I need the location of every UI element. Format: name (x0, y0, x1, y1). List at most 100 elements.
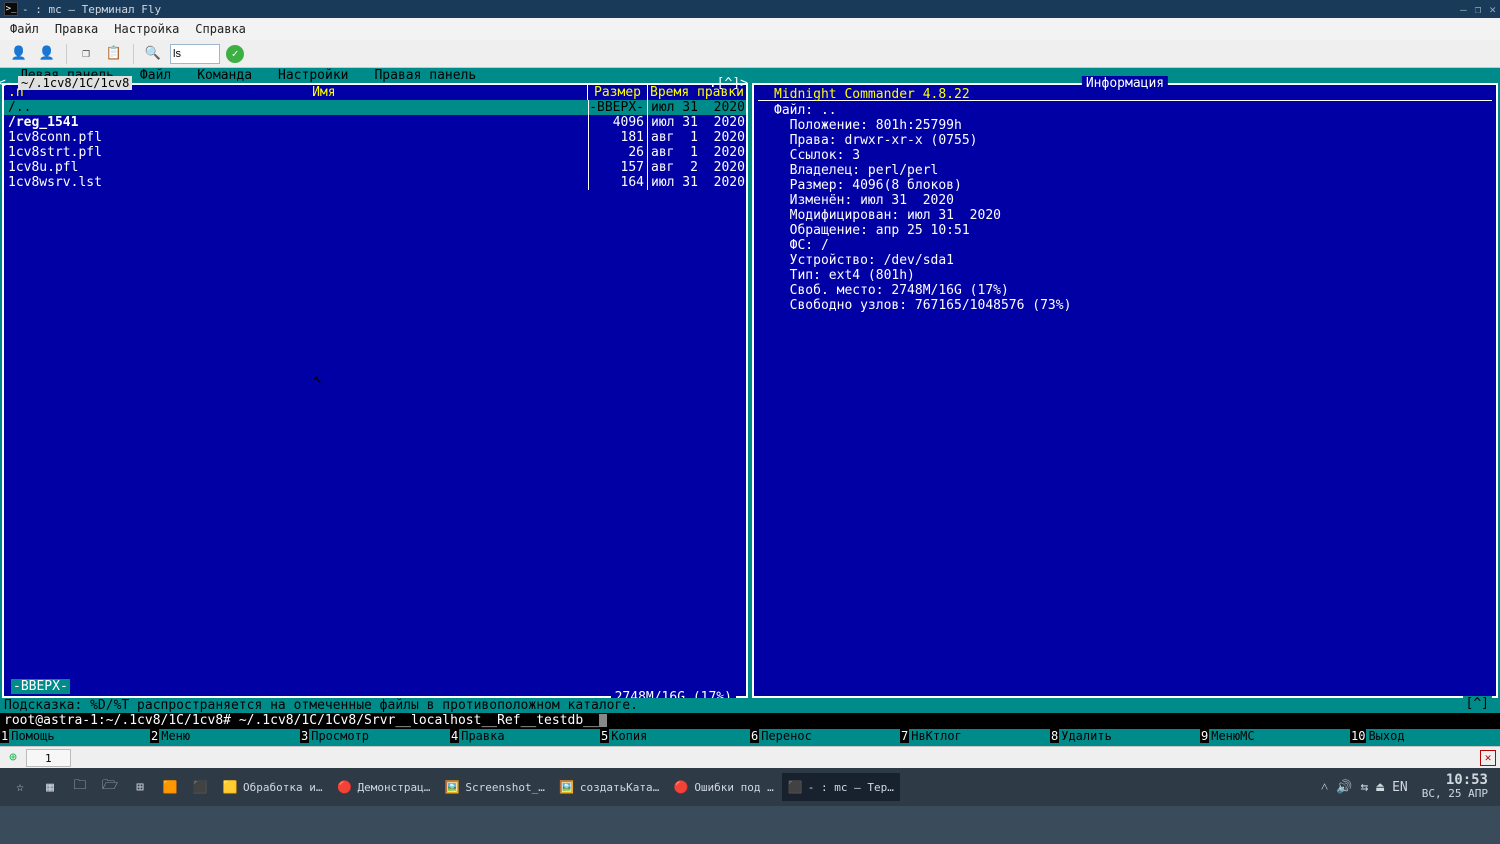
command-input[interactable] (170, 44, 220, 64)
copy-icon[interactable]: ❐ (75, 43, 97, 65)
minimize-button[interactable]: — (1460, 3, 1467, 16)
fkey-1[interactable]: 1Помощь (0, 728, 150, 743)
header-name[interactable]: Имя (61, 85, 588, 100)
file-size: 181 (588, 130, 648, 145)
menu-settings[interactable]: Настройка (114, 22, 179, 36)
right-panel: Информация Midnight Commander 4.8.22 Фай… (752, 83, 1498, 698)
fkey-4[interactable]: 4Правка (450, 728, 600, 743)
fkey-10[interactable]: 10Выход (1350, 728, 1500, 743)
files-icon[interactable]: 🗀 (66, 773, 94, 801)
file-name: /.. (4, 100, 588, 115)
menu-file[interactable]: Файл (10, 22, 39, 36)
file-date: авг 2 2020 (648, 160, 746, 175)
app-menubar: Файл Правка Настройка Справка (0, 18, 1500, 40)
taskbar-item[interactable]: ⬛ (186, 773, 214, 801)
fkey-9[interactable]: 9МенюMC (1200, 728, 1350, 743)
file-info-block: Файл: .. Положение: 801h:25799h Права: d… (754, 101, 1496, 315)
table-row[interactable]: 1cv8strt.pfl26авг 1 2020 (4, 145, 746, 160)
user-green-icon[interactable]: 👤 (8, 43, 30, 65)
fkey-8[interactable]: 8Удалить (1050, 728, 1200, 743)
run-button[interactable]: ✓ (226, 45, 244, 63)
function-key-bar: 1Помощь2Меню3Просмотр4Правка5Копия6Перен… (0, 728, 1500, 743)
table-row[interactable]: 1cv8u.pfl157авг 2 2020 (4, 160, 746, 175)
search-icon[interactable]: 🔍 (142, 43, 164, 65)
desktops-icon[interactable]: ⊞ (126, 773, 154, 801)
taskbar-item[interactable]: 🖼️создатьКата… (553, 773, 665, 801)
file-date: авг 1 2020 (648, 130, 746, 145)
file-date: июл 31 2020 (648, 175, 746, 190)
menu-help[interactable]: Справка (195, 22, 246, 36)
file-name: 1cv8conn.pfl (4, 130, 588, 145)
taskbar-item[interactable]: 🔴Демонстрац… (330, 773, 436, 801)
left-panel-path[interactable]: ~/.1cv8/1C/1cv8 (18, 76, 132, 90)
tray-volume-icon[interactable]: 🔊 (1336, 780, 1352, 795)
taskbar-item[interactable]: 🟨Обработка и… (216, 773, 328, 801)
header-size[interactable]: Размер (588, 85, 648, 100)
file-size: 164 (588, 175, 648, 190)
file-name: 1cv8wsrv.lst (4, 175, 588, 190)
file-date: авг 1 2020 (648, 145, 746, 160)
tray-language[interactable]: EN (1392, 780, 1408, 795)
terminal-area: ↖ Левая панель Файл Команда Настройки Пр… (0, 68, 1500, 746)
shell-input[interactable]: ~/.1cv8/1C/1Cv8/Srvr__localhost__Ref__te… (239, 713, 599, 728)
system-tray: ˄ 🔊 ⇆ ⏏ EN 10:53 ВС, 25 АПР (1321, 774, 1494, 800)
mc-menu-file[interactable]: Файл (140, 68, 171, 83)
right-panel-title: Информация (1082, 76, 1168, 91)
workspaces-icon[interactable]: ▦ (36, 773, 64, 801)
terminal-icon: >_ (4, 2, 18, 16)
file-size: -ВВЕРХ- (588, 100, 648, 115)
panel-up-arrow[interactable]: .[^]> (709, 76, 748, 91)
fkey-2[interactable]: 2Меню (150, 728, 300, 743)
file-date: июл 31 2020 (648, 100, 746, 115)
file-list: /..-ВВЕРХ-июл 31 2020/reg_15414096июл 31… (4, 100, 746, 190)
fkey-7[interactable]: 7НвКтлог (900, 728, 1050, 743)
file-name: 1cv8strt.pfl (4, 145, 588, 160)
table-row[interactable]: 1cv8wsrv.lst164июл 31 2020 (4, 175, 746, 190)
table-row[interactable]: 1cv8conn.pfl181авг 1 2020 (4, 130, 746, 145)
layout-indicator: [^] (1463, 696, 1492, 711)
file-size: 26 (588, 145, 648, 160)
folders-icon[interactable]: 🗁 (96, 773, 124, 801)
terminal-tab-1[interactable]: 1 (26, 749, 71, 767)
shell-prompt: root@astra-1:~/.1cv8/1C/1cv8# ~/.1cv8/1C… (4, 713, 607, 728)
new-tab-icon[interactable]: ⊕ (4, 749, 22, 767)
file-size: 157 (588, 160, 648, 175)
taskbar-item[interactable]: 🔴Ошибки под … (667, 773, 779, 801)
tray-clock[interactable]: 10:53 ВС, 25 АПР (1416, 774, 1494, 800)
app-toolbar: 👤 👤 ❐ 📋 🔍 ✓ (0, 40, 1500, 68)
left-panel: <- ~/.1cv8/1C/1cv8 .[^]> .n Имя Размер В… (2, 83, 748, 698)
system-taskbar: ☆ ▦ 🗀 🗁 ⊞ 🟧⬛🟨Обработка и…🔴Демонстрац…🖼️S… (0, 768, 1500, 806)
menu-edit[interactable]: Правка (55, 22, 98, 36)
table-row[interactable]: /..-ВВЕРХ-июл 31 2020 (4, 100, 746, 115)
fkey-6[interactable]: 6Перенос (750, 728, 900, 743)
taskbar-item[interactable]: 🖼️Screenshot_… (438, 773, 550, 801)
start-menu-icon[interactable]: ☆ (6, 773, 34, 801)
close-tab-button[interactable]: ✕ (1480, 750, 1496, 766)
taskbar-item[interactable]: 🟧 (156, 773, 184, 801)
user-orange-icon[interactable]: 👤 (36, 43, 58, 65)
mc-menu-settings[interactable]: Настройки (278, 68, 348, 83)
fkey-5[interactable]: 5Копия (600, 728, 750, 743)
tray-chevron-icon[interactable]: ˄ (1321, 779, 1328, 795)
panel-back-arrow[interactable]: <- (0, 76, 14, 91)
mc-menu-right[interactable]: Правая панель (374, 68, 476, 83)
table-row[interactable]: /reg_15414096июл 31 2020 (4, 115, 746, 130)
close-button[interactable]: ✕ (1489, 3, 1496, 16)
mc-hint: Подсказка: %D/%T распространяется на отм… (0, 698, 1500, 713)
paste-icon[interactable]: 📋 (103, 43, 125, 65)
mc-menubar: Левая панель Файл Команда Настройки Прав… (0, 68, 1500, 83)
fkey-3[interactable]: 3Просмотр (300, 728, 450, 743)
file-size: 4096 (588, 115, 648, 130)
maximize-button[interactable]: ❐ (1475, 3, 1482, 16)
window-title: - : mc — Терминал Fly (22, 3, 161, 16)
command-area: Подсказка: %D/%T распространяется на отм… (0, 698, 1500, 728)
taskbar-item[interactable]: ⬛- : mc — Тер… (782, 773, 900, 801)
tray-usb-icon[interactable]: ⏏ (1376, 780, 1384, 795)
terminal-tabbar: ⊕ 1 ✕ (0, 746, 1500, 768)
file-date: июл 31 2020 (648, 115, 746, 130)
file-name: 1cv8u.pfl (4, 160, 588, 175)
mc-menu-command[interactable]: Команда (197, 68, 252, 83)
panel-footer-status: -ВВЕРХ- (11, 679, 70, 694)
window-titlebar: >_ - : mc — Терминал Fly — ❐ ✕ (0, 0, 1500, 18)
tray-network-icon[interactable]: ⇆ (1360, 780, 1368, 795)
